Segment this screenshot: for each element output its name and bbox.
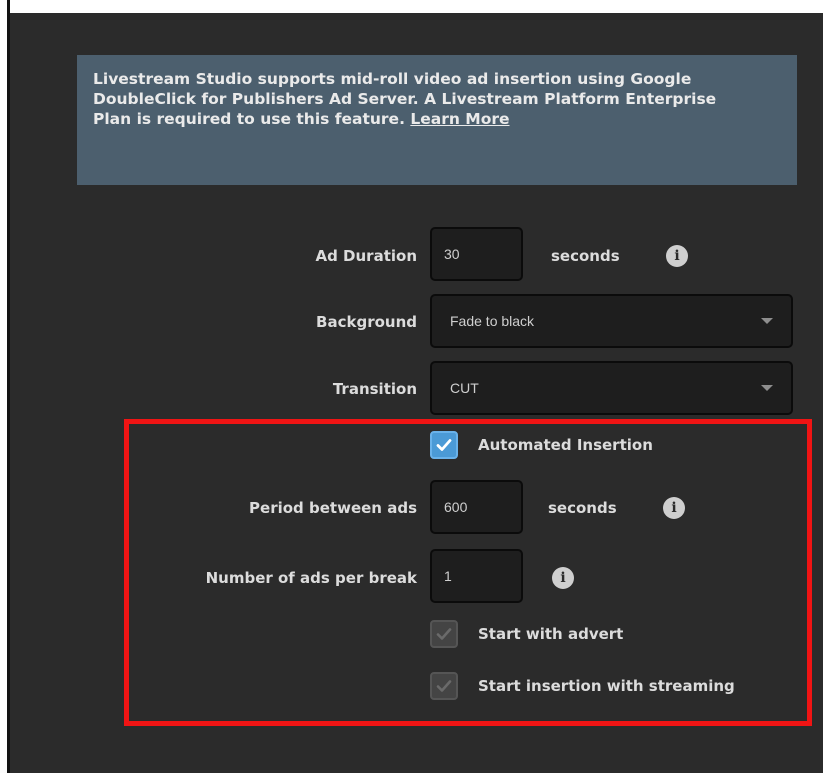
ad-insertion-settings-panel: Livestream Studio supports mid-roll vide… (10, 13, 823, 773)
transition-select[interactable]: CUT (430, 361, 793, 415)
ad-duration-unit: seconds (551, 247, 620, 265)
notice-message: Livestream Studio supports mid-roll vide… (93, 70, 717, 129)
checkmark-icon (436, 680, 452, 692)
background-selected-value: Fade to black (450, 313, 535, 329)
automated-insertion-label: Automated Insertion (478, 436, 653, 454)
period-between-ads-input[interactable]: 600 (430, 480, 523, 534)
ads-per-break-label: Number of ads per break (205, 569, 417, 587)
checkmark-icon (436, 439, 452, 451)
ad-duration-input[interactable]: 30 (430, 227, 523, 281)
learn-more-link[interactable]: Learn More (410, 110, 509, 128)
background-select[interactable]: Fade to black (430, 294, 793, 348)
left-rail (0, 0, 7, 773)
automated-insertion-checkbox[interactable] (430, 431, 458, 459)
start-insertion-with-streaming-label: Start insertion with streaming (478, 677, 735, 695)
ad-duration-label: Ad Duration (315, 247, 417, 265)
start-insertion-with-streaming-checkbox[interactable] (430, 672, 458, 700)
enterprise-notice: Livestream Studio supports mid-roll vide… (77, 55, 797, 185)
transition-label: Transition (332, 380, 417, 398)
period-between-ads-label: Period between ads (249, 499, 417, 517)
period-between-ads-unit: seconds (548, 499, 617, 517)
transition-selected-value: CUT (450, 380, 479, 396)
chevron-down-icon (761, 385, 773, 391)
info-icon[interactable]: i (552, 567, 574, 589)
background-label: Background (316, 313, 417, 331)
checkmark-icon (436, 628, 452, 640)
chevron-down-icon (761, 318, 773, 324)
start-with-advert-label: Start with advert (478, 625, 624, 643)
info-icon[interactable]: i (666, 245, 688, 267)
settings-screenshot: Livestream Studio supports mid-roll vide… (0, 0, 823, 773)
ads-per-break-input[interactable]: 1 (430, 549, 523, 603)
start-with-advert-checkbox[interactable] (430, 620, 458, 648)
notice-text: Livestream Studio supports mid-roll vide… (93, 69, 753, 129)
info-icon[interactable]: i (663, 497, 685, 519)
